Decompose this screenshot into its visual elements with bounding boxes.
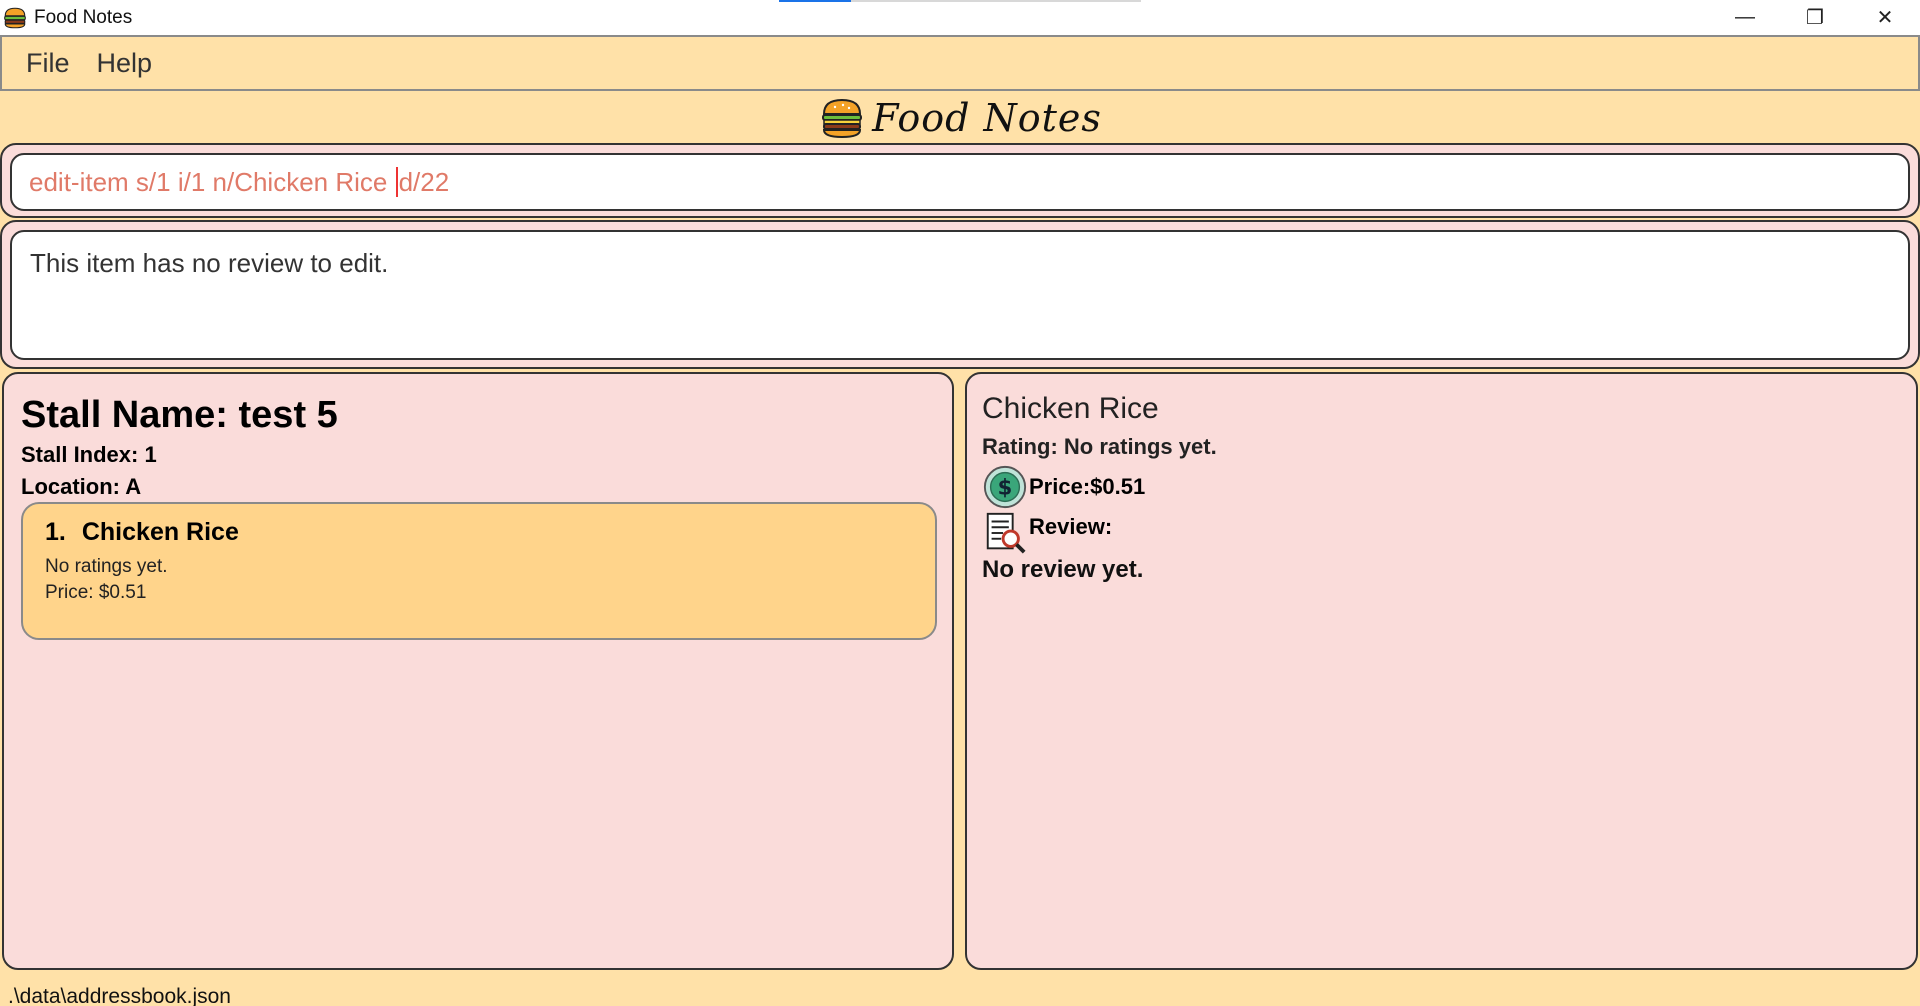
- text-caret: [395, 167, 398, 197]
- list-item[interactable]: 1. Chicken Rice No ratings yet. Price: $0…: [21, 502, 937, 640]
- burger-icon: [4, 7, 26, 28]
- detail-price-row: $ Price:$0.51: [982, 464, 1145, 510]
- item-detail-panel: Chicken Rice Rating: No ratings yet. $ P…: [965, 372, 1918, 970]
- detail-price: Price:$0.51: [1029, 474, 1146, 499]
- burger-icon: [822, 98, 863, 139]
- detail-review-label: Review:: [1029, 514, 1113, 539]
- result-display[interactable]: This item has no review to edit.: [10, 230, 1910, 360]
- app-header: Food Notes: [0, 93, 1920, 143]
- review-search-icon: [986, 512, 1026, 554]
- command-text-after-caret: d/22: [398, 166, 450, 197]
- restore-icon: ❐: [1806, 7, 1824, 29]
- menu-bar: File Help: [0, 35, 1920, 91]
- titlebar-accent-track: [851, 0, 1141, 2]
- item-price: Price: $0.51: [45, 582, 147, 603]
- close-icon: ✕: [1876, 7, 1894, 29]
- dollar-icon: $: [983, 465, 1027, 509]
- menu-help[interactable]: Help: [97, 48, 153, 79]
- detail-review-text: No review yet.: [982, 556, 1144, 583]
- detail-item-name: Chicken Rice: [982, 392, 1159, 425]
- command-input[interactable]: edit-item s/1 i/1 n/Chicken Rice d/22: [10, 153, 1910, 211]
- svg-text:$: $: [998, 475, 1013, 500]
- app-logo-text: Food Notes: [872, 96, 1102, 140]
- minimize-button[interactable]: —: [1710, 0, 1780, 35]
- stall-name: Stall Name: test 5: [21, 394, 338, 436]
- result-message: This item has no review to edit.: [30, 248, 389, 278]
- restore-button[interactable]: ❐: [1780, 0, 1850, 35]
- command-text-before-caret: edit-item s/1 i/1 n/Chicken Rice: [29, 166, 395, 197]
- stall-location: Location: A: [21, 474, 142, 499]
- stall-index: Stall Index: 1: [21, 442, 157, 467]
- stall-panel: Stall Name: test 5 Stall Index: 1 Locati…: [2, 372, 954, 970]
- close-button[interactable]: ✕: [1850, 0, 1920, 35]
- detail-rating: Rating: No ratings yet.: [982, 434, 1217, 459]
- item-name: Chicken Rice: [81, 518, 239, 546]
- command-box: edit-item s/1 i/1 n/Chicken Rice d/22: [0, 143, 1920, 218]
- window-titlebar: Food Notes — ❐ ✕: [0, 0, 1920, 35]
- menu-file[interactable]: File: [26, 48, 70, 79]
- window-title: Food Notes: [34, 6, 133, 28]
- item-number: 1.: [45, 518, 66, 546]
- result-box: This item has no review to edit.: [0, 220, 1920, 369]
- item-title: 1. Chicken Rice: [45, 518, 239, 547]
- detail-review-row: Review:: [982, 510, 1112, 556]
- titlebar-accent: [779, 0, 851, 2]
- status-bar-path: .\data\addressbook.json: [8, 985, 231, 1006]
- item-rating: No ratings yet.: [45, 556, 168, 577]
- minimize-icon: —: [1735, 6, 1755, 28]
